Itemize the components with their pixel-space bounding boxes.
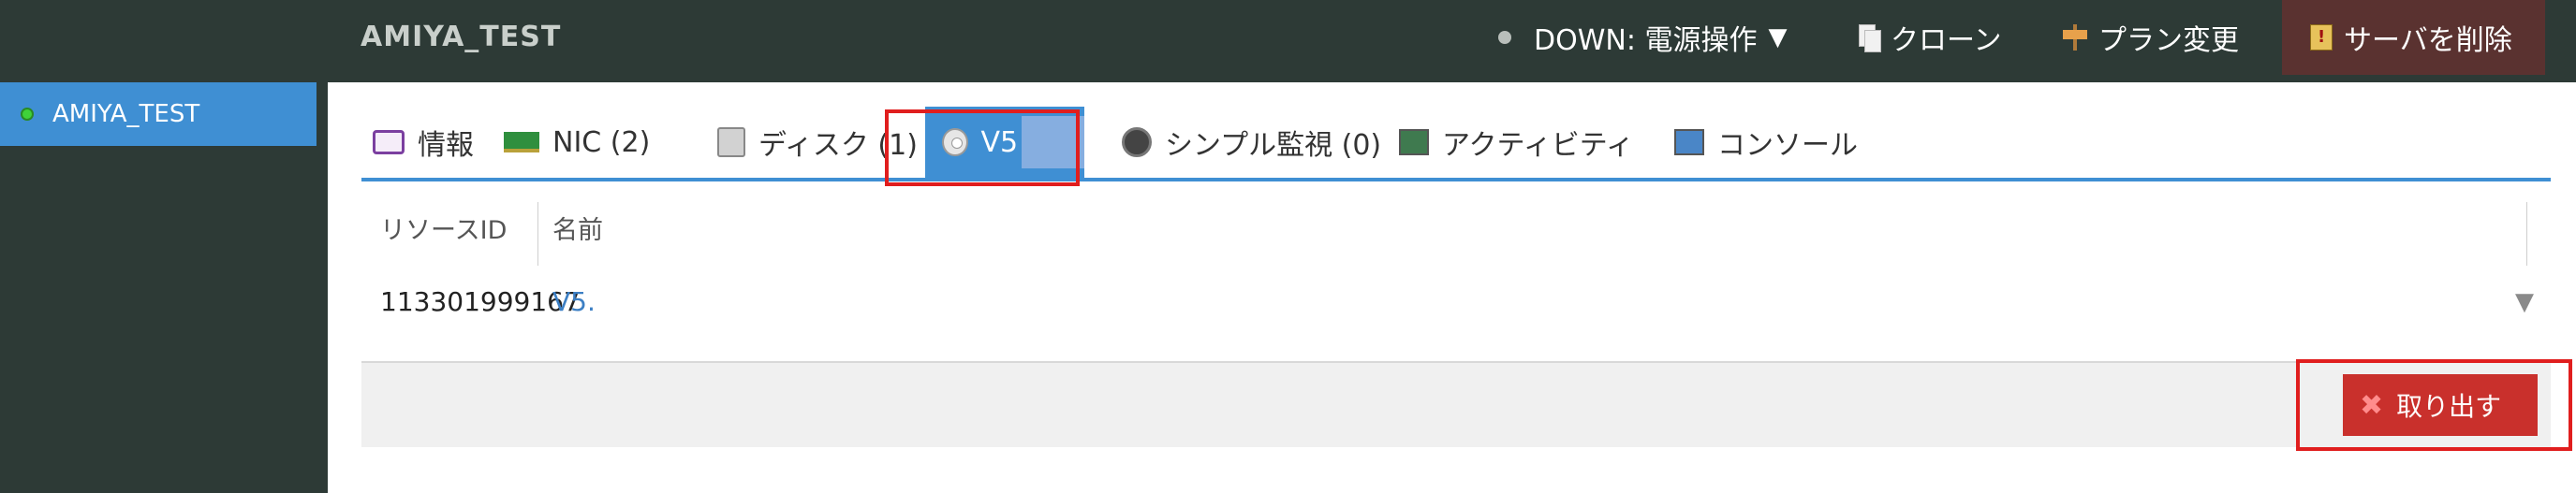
clone-label: クローン <box>1891 24 2002 57</box>
sidebar: AMIYA_TEST <box>0 82 327 493</box>
redacted-block <box>1022 116 1084 168</box>
status-dot-icon <box>1498 31 1511 44</box>
trash-warning-icon <box>2310 24 2333 51</box>
sidebar-item-server[interactable]: AMIYA_TEST <box>0 82 316 146</box>
activity-monitor-icon <box>1399 129 1429 155</box>
monitor-eye-icon <box>1122 127 1152 157</box>
power-status-label: DOWN: 電源操作 <box>1534 24 1758 57</box>
disk-icon <box>717 127 745 157</box>
main-panel: 情報 NIC (2) ディスク (1) V5 シンプル監視 (0) アクティビテ… <box>328 82 2576 493</box>
sidebar-item-label: AMIYA_TEST <box>52 100 200 128</box>
power-status-dropdown[interactable]: DOWN: 電源操作 ▼ <box>1498 0 1787 75</box>
resource-id-cell: 113301999167 <box>380 286 581 317</box>
delete-server-label: サーバを削除 <box>2344 24 2512 57</box>
chevron-down-icon[interactable]: ▼ <box>2515 266 2534 339</box>
tab-console-label: コンソール <box>1717 129 1858 162</box>
column-divider <box>537 202 538 266</box>
table-header: リソースID 名前 <box>361 196 2551 266</box>
document-copy-icon <box>1859 24 1881 52</box>
status-dot-icon <box>21 108 34 121</box>
plan-change-button[interactable]: プラン変更 <box>2063 0 2239 75</box>
tab-nic[interactable]: NIC (2) <box>504 107 650 178</box>
tab-disk[interactable]: ディスク (1) <box>717 107 918 178</box>
info-icon <box>373 130 405 154</box>
plan-change-label: プラン変更 <box>2098 24 2239 57</box>
tab-iso-image[interactable]: V5 <box>925 107 1084 178</box>
tab-info-label: 情報 <box>418 129 474 162</box>
clone-button[interactable]: クローン <box>1859 0 2002 75</box>
server-title: AMIYA_TEST <box>361 21 562 53</box>
table-row[interactable]: 113301999167 V5. ▼ <box>361 266 2551 339</box>
column-header-name[interactable]: 名前 <box>552 196 603 266</box>
tab-nic-label: NIC (2) <box>552 125 651 159</box>
signpost-icon <box>2063 24 2087 51</box>
nic-card-icon <box>504 132 539 152</box>
eject-label: 取り出す <box>2396 391 2502 422</box>
column-header-resource-id[interactable]: リソースID <box>380 196 507 266</box>
tab-disk-label: ディスク (1) <box>758 129 918 162</box>
name-link[interactable]: V5. <box>552 266 596 339</box>
action-bar <box>361 361 2551 447</box>
tab-bar: 情報 NIC (2) ディスク (1) V5 シンプル監視 (0) アクティビテ… <box>361 107 2551 181</box>
close-x-icon: ✖ <box>2360 388 2384 422</box>
tab-simple-monitor[interactable]: シンプル監視 (0) <box>1122 107 1381 178</box>
tab-info[interactable]: 情報 <box>373 107 474 178</box>
tab-activity[interactable]: アクティビティ <box>1399 107 1634 178</box>
console-monitor-icon <box>1674 129 1704 155</box>
tab-console[interactable]: コンソール <box>1674 107 1858 178</box>
tab-monitor-label: シンプル監視 (0) <box>1165 129 1382 162</box>
eject-button[interactable]: ✖ 取り出す <box>2343 374 2538 436</box>
column-divider <box>2526 202 2527 266</box>
tab-iso-label: V5 <box>980 125 1019 159</box>
tab-activity-label: アクティビティ <box>1442 129 1634 162</box>
top-bar: AMIYA_TEST DOWN: 電源操作 ▼ クローン プラン変更 サーバを削… <box>0 0 2576 82</box>
chevron-down-icon: ▼ <box>1768 23 1788 51</box>
cd-icon <box>942 128 968 156</box>
delete-server-button[interactable]: サーバを削除 <box>2282 0 2545 75</box>
